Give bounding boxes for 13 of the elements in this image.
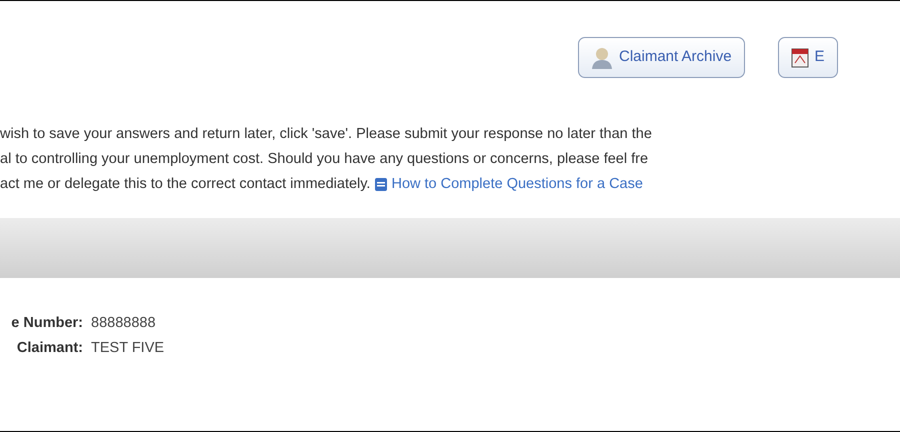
instruction-text: wish to save your answers and return later, click 'save'. Please submit your response no later than the — [0, 125, 652, 144]
help-link[interactable]: How to Complete Questions for a Case — [375, 172, 643, 197]
export-button[interactable]: E — [778, 37, 838, 78]
document-icon — [790, 48, 809, 68]
instruction-text: act me or delegate this to the correct contact immediately. — [0, 175, 370, 194]
archive-button[interactable]: Claimant Archive — [578, 37, 745, 78]
person-icon — [591, 46, 613, 68]
document-icon — [375, 178, 388, 191]
field-label: e Number: — [10, 314, 83, 333]
field-label: Claimant: — [16, 339, 83, 358]
instruction-text: al to controlling your unemployment cost. Should you have any questions or concerns, please feel fre — [0, 150, 648, 169]
field-value: 88888888 — [91, 314, 156, 333]
field-value: TEST FIVE — [91, 339, 164, 358]
